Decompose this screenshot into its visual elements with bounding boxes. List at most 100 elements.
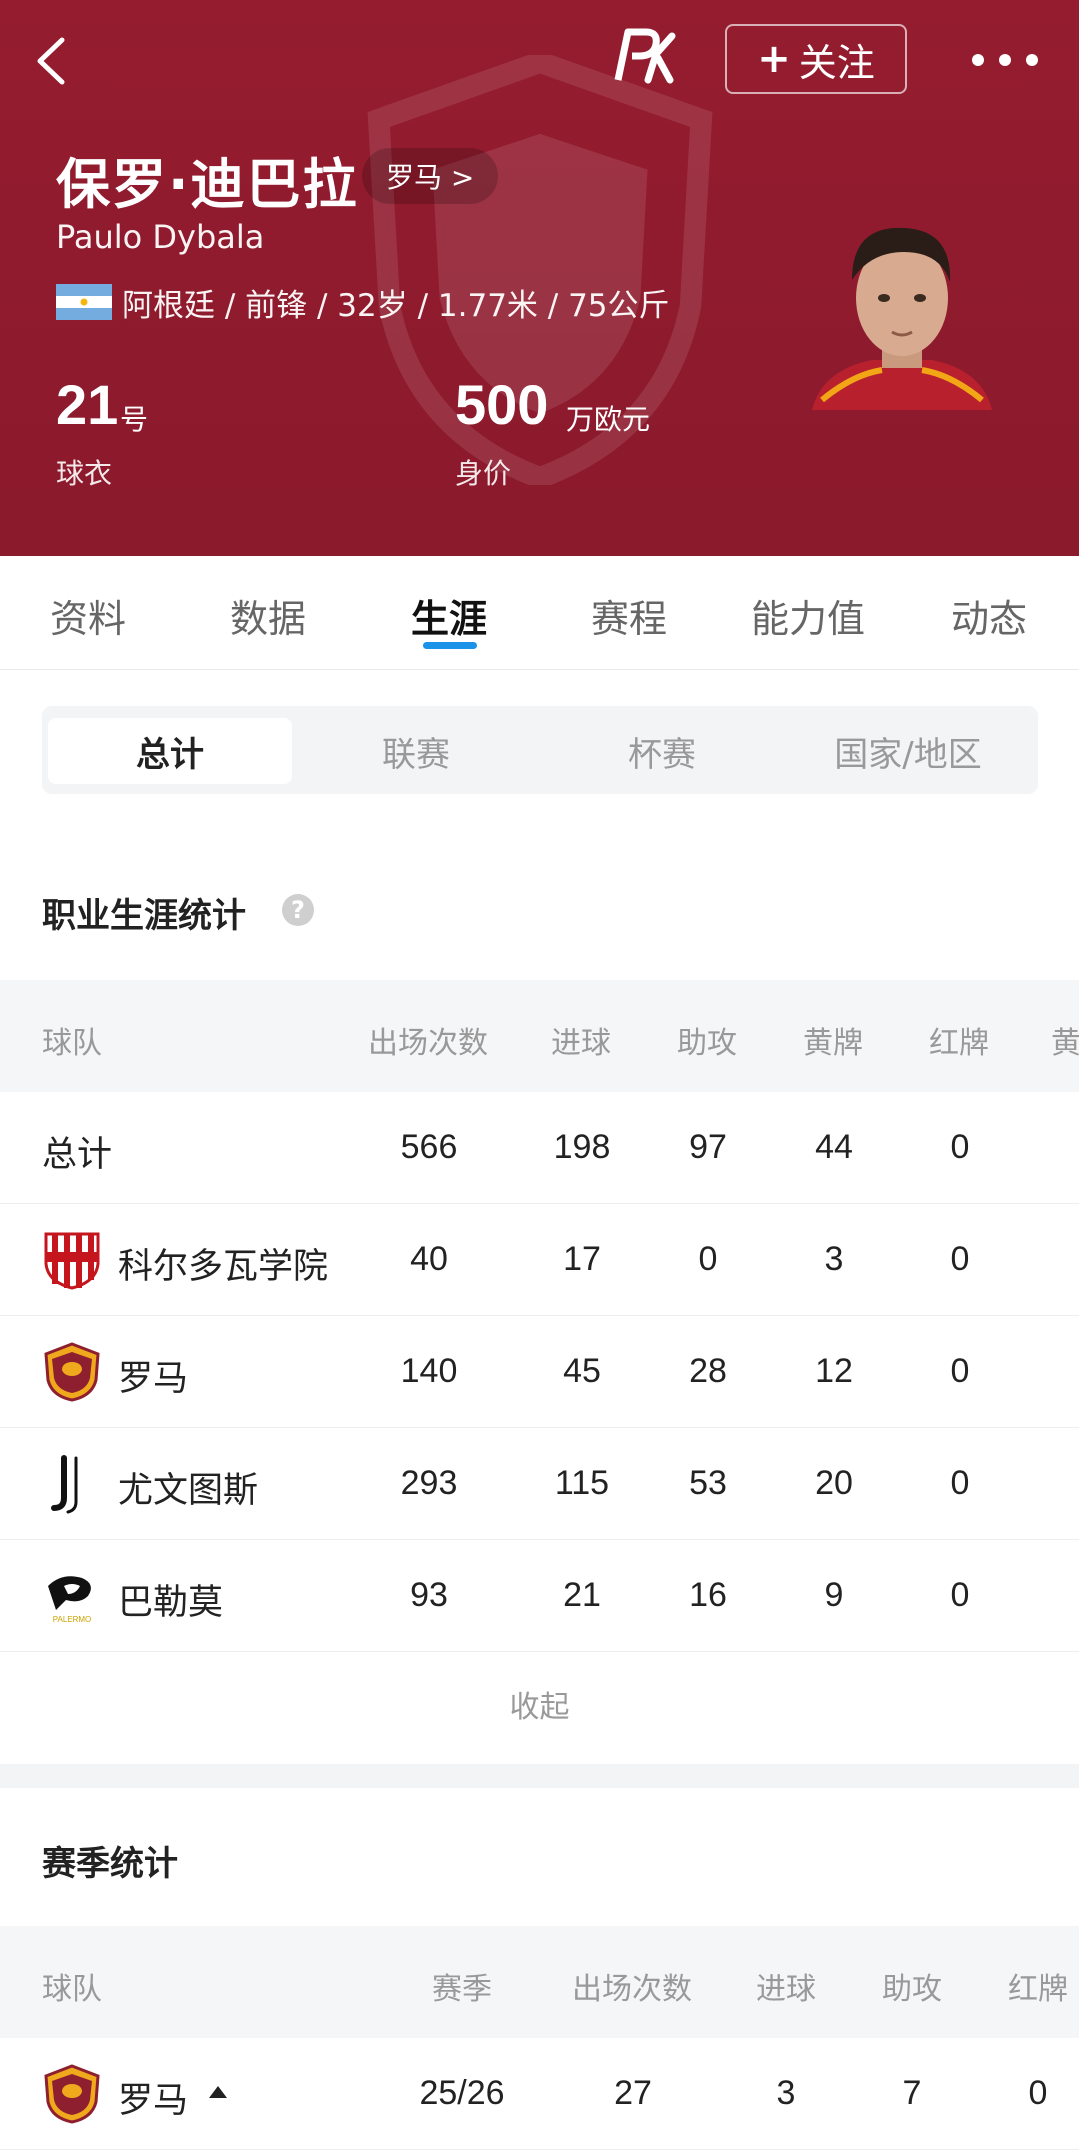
main-tabs: 资料 数据 生涯 赛程 能力值 动态	[0, 556, 1079, 670]
team-chip[interactable]: 罗马 >	[362, 148, 499, 204]
expand-caret-icon[interactable]	[208, 2084, 228, 2100]
col-team: 球队	[42, 1972, 102, 2007]
roma-crest-icon	[44, 1342, 100, 1402]
collapse-button[interactable]: 收起	[0, 1652, 1079, 1764]
more-options-button[interactable]	[972, 40, 1038, 80]
cell-assists: 53	[689, 1464, 727, 1502]
season-stats-title: 赛季统计	[42, 1844, 178, 1884]
cell-apps: 140	[400, 1352, 458, 1390]
market-value: 500	[455, 373, 549, 436]
cell-red: 0	[1028, 2074, 1048, 2112]
cell-apps: 40	[410, 1240, 448, 1278]
cell-yellow: 12	[815, 1352, 853, 1390]
section-divider	[0, 1764, 1079, 1788]
cell-apps: 293	[400, 1464, 458, 1502]
cell-assists: 0	[698, 1240, 718, 1278]
cell-red: 0	[950, 1576, 970, 1614]
cell-yellow: 44	[815, 1128, 853, 1166]
segment-total[interactable]: 总计	[48, 718, 292, 784]
tab-profile[interactable]: 资料	[50, 588, 126, 643]
career-stats-title: 职业生涯统计	[42, 896, 246, 936]
cell-season: 25/26	[419, 2074, 505, 2112]
team-name: 科尔多瓦学院	[118, 1247, 329, 1287]
cell-red: 0	[950, 1352, 970, 1390]
segment-league[interactable]: 联赛	[294, 718, 538, 784]
table-row[interactable]: 科尔多瓦学院 40 17 0 3 0	[0, 1204, 1079, 1316]
shirt-unit: 号	[120, 403, 149, 436]
cell-red: 0	[950, 1240, 970, 1278]
instituto-crest-icon	[44, 1232, 100, 1290]
player-avatar	[812, 227, 992, 410]
table-row[interactable]: PALERMO 巴勒莫 93 21 16 9 0	[0, 1540, 1079, 1652]
svg-text:PALERMO: PALERMO	[53, 1615, 92, 1624]
career-table-header: 球队 出场次数 进球 助攻 黄牌 红牌 黄	[0, 980, 1079, 1092]
team-name: 巴勒莫	[118, 1583, 224, 1623]
argentina-flag-icon	[56, 284, 112, 320]
tab-data[interactable]: 数据	[230, 588, 306, 643]
palermo-crest-icon: PALERMO	[48, 1576, 92, 1624]
help-icon[interactable]: ?	[282, 894, 314, 926]
follow-label: 关注	[798, 40, 875, 85]
tab-news[interactable]: 动态	[951, 588, 1027, 643]
team-name: 尤文图斯	[118, 1471, 259, 1511]
col-overflow: 黄	[1051, 1026, 1079, 1061]
back-arrow-icon[interactable]	[30, 30, 80, 92]
juventus-crest-icon	[51, 1455, 78, 1514]
cell-assists: 16	[689, 1576, 727, 1614]
cell-goals: 45	[563, 1352, 601, 1390]
cell-goals: 21	[563, 1576, 601, 1614]
col-season: 赛季	[432, 1972, 492, 2007]
tab-career[interactable]: 生涯	[411, 588, 487, 643]
col-red: 红牌	[1008, 1972, 1068, 2007]
cell-yellow: 9	[824, 1576, 844, 1614]
season-row[interactable]: 罗马 25/26 27 3 7 0	[0, 2038, 1079, 2150]
dot-icon	[1026, 54, 1038, 66]
cell-red: 0	[950, 1128, 970, 1166]
cell-goals: 115	[554, 1464, 610, 1502]
table-row[interactable]: 罗马 140 45 28 12 0	[0, 1316, 1079, 1428]
cell-assists: 7	[902, 2074, 922, 2112]
table-row[interactable]: 尤文图斯 293 115 53 20 0	[0, 1428, 1079, 1540]
col-assists: 助攻	[882, 1972, 942, 2007]
cell-assists: 97	[689, 1128, 727, 1166]
follow-button[interactable]: + 关注	[725, 24, 907, 94]
cell-yellow: 20	[815, 1464, 853, 1502]
market-value-unit: 万欧元	[566, 403, 651, 436]
shirt-label: 球衣	[56, 457, 113, 490]
cell-red: 0	[950, 1464, 970, 1502]
season-table-header: 球队 赛季 出场次数 进球 助攻 红牌	[0, 1926, 1079, 2038]
segment-national[interactable]: 国家/地区	[786, 718, 1030, 784]
app-logo-icon	[614, 28, 676, 84]
active-tab-indicator	[423, 642, 477, 649]
cell-apps: 93	[410, 1576, 448, 1614]
team-name: 罗马	[118, 1359, 189, 1399]
cell-goals: 17	[563, 1240, 601, 1278]
col-team: 球队	[42, 1026, 102, 1061]
cell-goals: 3	[776, 2074, 796, 2112]
tab-ability[interactable]: 能力值	[751, 588, 865, 643]
col-goals: 进球	[551, 1026, 611, 1061]
roma-crest-icon	[44, 2064, 100, 2124]
shirt-number: 21	[56, 373, 119, 436]
cell-yellow: 3	[824, 1240, 844, 1278]
market-value-label: 身价	[455, 457, 512, 490]
dot-icon	[999, 54, 1011, 66]
cell-apps: 27	[614, 2074, 652, 2112]
tab-schedule[interactable]: 赛程	[591, 588, 667, 643]
col-assists: 助攻	[677, 1026, 737, 1061]
plus-icon: +	[757, 36, 791, 82]
player-name-en: Paulo Dybala	[56, 218, 265, 256]
dot-icon	[972, 54, 984, 66]
table-row-total: 总计 566 198 97 44 0	[0, 1092, 1079, 1204]
col-apps: 出场次数	[368, 1026, 488, 1061]
segment-cup[interactable]: 杯赛	[540, 718, 784, 784]
col-apps: 出场次数	[572, 1972, 692, 2007]
col-goals: 进球	[756, 1972, 816, 2007]
player-name-cn: 保罗·迪巴拉	[56, 153, 359, 216]
player-bio: 阿根廷 / 前锋 / 32岁 / 1.77米 / 75公斤	[122, 288, 670, 324]
player-header: + 关注 保罗·迪巴拉 罗马 > Paulo Dybala 阿根廷 / 前锋 /…	[0, 0, 1079, 556]
cell-apps: 566	[400, 1128, 458, 1166]
cell-assists: 28	[689, 1352, 727, 1390]
team-name: 罗马	[118, 2081, 189, 2121]
cell-goals: 198	[553, 1128, 611, 1166]
